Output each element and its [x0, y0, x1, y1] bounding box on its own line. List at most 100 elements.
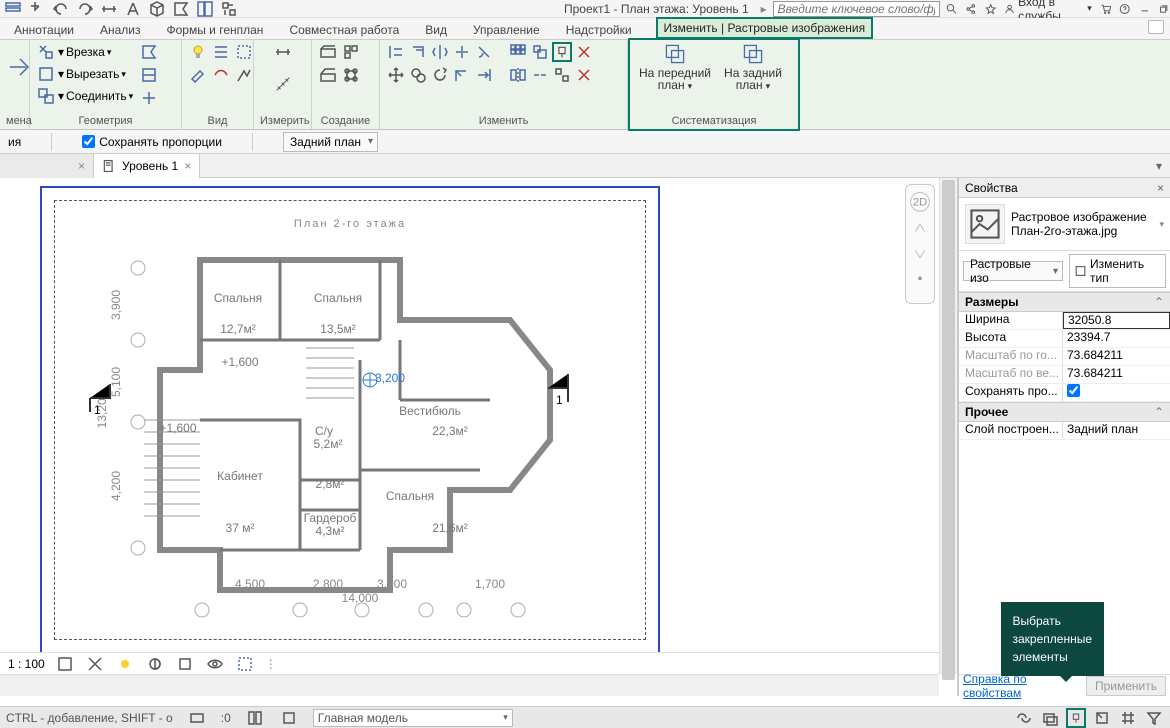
search-icon[interactable]: [946, 2, 957, 16]
array-icon[interactable]: [508, 42, 528, 62]
unpin-icon[interactable]: [574, 42, 594, 62]
cut-button[interactable]: ▾Вырезать▾: [36, 64, 133, 84]
paste-button[interactable]: ▾Врезка▾: [36, 42, 133, 62]
keep-proportions-checkbox[interactable]: Сохранять пропорции: [82, 135, 222, 149]
design-options-icon[interactable]: [245, 708, 265, 728]
scale-value[interactable]: 1 : 100: [8, 657, 45, 671]
hide-isolate-icon[interactable]: [205, 654, 225, 674]
qat-undo-icon[interactable]: [52, 0, 70, 19]
sb-drag-icon[interactable]: [1118, 708, 1138, 728]
share-icon[interactable]: [965, 2, 976, 16]
show-hidden-icon[interactable]: [234, 42, 254, 62]
pin-icon[interactable]: [552, 42, 572, 62]
restore-icon[interactable]: [1158, 2, 1169, 16]
help-icon[interactable]: [1119, 2, 1130, 16]
close-tab-icon[interactable]: ×: [184, 159, 191, 173]
type-selector[interactable]: Растровое изображениеПлан-2го-этажа.jpg …: [959, 198, 1170, 251]
join-button[interactable]: ▾Соединить▾: [36, 86, 133, 106]
measure-icon[interactable]: [267, 68, 299, 100]
corner-trim-icon[interactable]: [452, 65, 472, 85]
vc-more-icon[interactable]: ⋮: [265, 657, 277, 671]
apply-button[interactable]: Применить: [1086, 676, 1166, 696]
rotate-icon[interactable]: [430, 65, 450, 85]
delete2-icon[interactable]: [530, 65, 550, 85]
sb-filter-icon[interactable]: [1144, 708, 1164, 728]
tab-overflow-icon[interactable]: ▾: [1148, 159, 1170, 173]
assembly-icon[interactable]: [341, 65, 361, 85]
section-icon[interactable]: [172, 0, 190, 19]
viewcube-icon[interactable]: 2D: [906, 185, 934, 297]
app-menu-icon[interactable]: [4, 0, 22, 19]
bulb-icon[interactable]: [188, 42, 208, 62]
crop-icon[interactable]: [175, 654, 195, 674]
doc-tab-blank[interactable]: ×: [0, 154, 94, 178]
panel-icon[interactable]: [196, 0, 214, 19]
thin-lines-icon[interactable]: [211, 42, 231, 62]
sb-select-face-icon[interactable]: [1092, 708, 1112, 728]
prop-width-input[interactable]: 32050.8: [1063, 312, 1170, 329]
qat-redo-icon[interactable]: [76, 0, 94, 19]
prop-lock-checkbox[interactable]: [1063, 384, 1170, 401]
sun-path-icon[interactable]: [115, 654, 135, 674]
tab-collab[interactable]: Совместная работа: [287, 21, 401, 39]
star-icon[interactable]: [985, 2, 996, 16]
visual-style-icon[interactable]: [85, 654, 105, 674]
keyword-search-input[interactable]: [773, 1, 940, 17]
prop-height-value[interactable]: 23394.7: [1063, 330, 1170, 347]
family-icon[interactable]: [341, 42, 361, 62]
navigation-bar[interactable]: 2D: [905, 184, 935, 304]
cart-icon[interactable]: [1100, 2, 1111, 16]
copy-icon[interactable]: [408, 65, 428, 85]
mirror-axis-icon[interactable]: [430, 42, 450, 62]
text-icon[interactable]: [124, 0, 142, 19]
tab-modify-raster[interactable]: Изменить | Растровые изображения: [656, 17, 874, 39]
send-back-button[interactable]: На задний план ▾: [717, 42, 789, 92]
doc-tab-level1[interactable]: Уровень 1 ×: [94, 154, 200, 178]
group-create-icon[interactable]: [318, 65, 338, 85]
cube-icon[interactable]: [148, 0, 166, 19]
demolish-icon[interactable]: [234, 65, 254, 85]
sb-select-links-icon[interactable]: [1014, 708, 1034, 728]
detail-level-icon[interactable]: [55, 654, 75, 674]
delete-icon[interactable]: [574, 65, 594, 85]
tab-manage[interactable]: Управление: [471, 21, 542, 39]
aligned-dim-icon[interactable]: [273, 42, 293, 62]
worksets-icon[interactable]: [187, 708, 207, 728]
close-tab-icon[interactable]: ×: [78, 159, 85, 173]
shadows-icon[interactable]: [145, 654, 165, 674]
tab-annotations[interactable]: Аннотации: [12, 21, 76, 39]
tab-forms[interactable]: Формы и генплан: [165, 21, 266, 39]
horizontal-scrollbar[interactable]: [0, 674, 939, 696]
trim-icon[interactable]: [474, 42, 494, 62]
tab-analyze[interactable]: Анализ: [98, 21, 143, 39]
draw-order-combo[interactable]: Задний план: [283, 132, 378, 152]
align-icon[interactable]: [386, 42, 406, 62]
qat-arrow-icon[interactable]: [28, 0, 46, 19]
bring-front-button[interactable]: На передний план ▾: [639, 42, 711, 92]
split-icon[interactable]: [452, 42, 472, 62]
dim-icon[interactable]: [100, 0, 118, 19]
scale-icon[interactable]: [530, 42, 550, 62]
vertical-scrollbar[interactable]: [939, 178, 957, 674]
split-face-icon[interactable]: [139, 65, 159, 85]
extend-icon[interactable]: [474, 65, 494, 85]
offset-icon[interactable]: [408, 42, 428, 62]
ungroup-icon[interactable]: [552, 65, 572, 85]
mirror-pick-icon[interactable]: [508, 65, 528, 85]
properties-close-icon[interactable]: ×: [1157, 181, 1164, 195]
drawing-canvas[interactable]: План 2-го этажа: [0, 178, 957, 696]
tab-addins[interactable]: Надстройки: [564, 21, 634, 39]
edit-type-button[interactable]: Изменить тип: [1069, 254, 1166, 288]
filter-combo[interactable]: Растровые изо: [963, 261, 1063, 281]
prop-layer-value[interactable]: Задний план: [1063, 422, 1170, 439]
main-model-combo[interactable]: Главная модель▾: [313, 709, 513, 727]
linework-icon[interactable]: [211, 65, 231, 85]
sb-select-pinned-icon[interactable]: [1066, 708, 1086, 728]
sync-icon[interactable]: [220, 0, 238, 19]
raster-image-selection[interactable]: План 2-го этажа: [40, 186, 660, 654]
reveal-icon[interactable]: [235, 654, 255, 674]
create-similar-icon[interactable]: [318, 42, 338, 62]
wall-join-icon[interactable]: [139, 88, 159, 108]
ribbon-minimize-icon[interactable]: [1148, 20, 1164, 34]
cope-icon[interactable]: [139, 42, 159, 62]
